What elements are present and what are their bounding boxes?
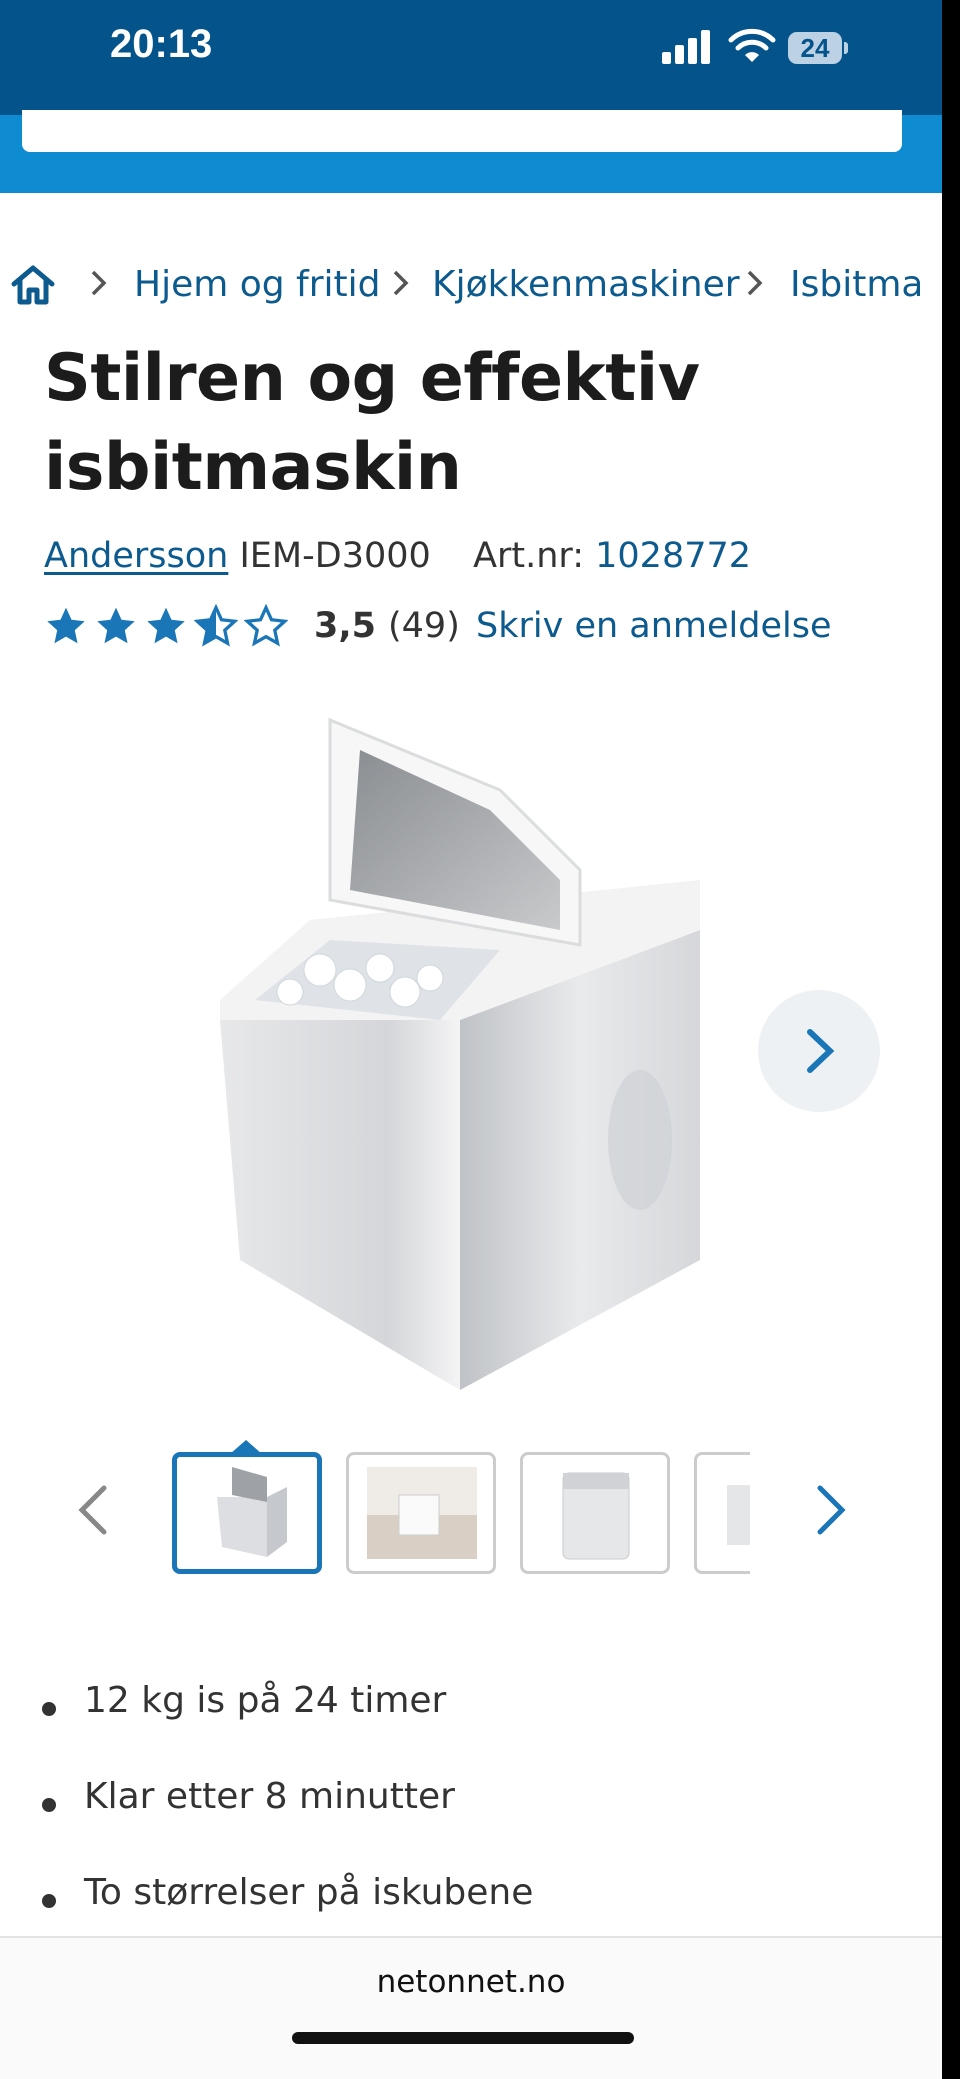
chevron-right-icon xyxy=(393,270,409,296)
feature-item: 12 kg is på 24 timer xyxy=(40,1680,920,1776)
brand-link[interactable]: Andersson xyxy=(44,536,228,576)
model-number: IEM-D3000 xyxy=(239,536,431,576)
write-review-link[interactable]: Skriv en anmeldelse xyxy=(476,606,832,646)
artnr-label: Art.nr: xyxy=(473,536,584,576)
app-screen: 20:13 24 Hjem og fritid Kjøkkenmaskiner xyxy=(0,0,942,2079)
breadcrumb-item-hjem-og-fritid[interactable]: Hjem og fritid xyxy=(134,264,381,305)
page-title: Stilren og effektiv isbitmaskin xyxy=(44,334,904,512)
star-full-icon xyxy=(147,607,185,644)
feature-list: 12 kg is på 24 timer Klar etter 8 minutt… xyxy=(40,1680,920,1968)
thumbnail-image-ice-maker xyxy=(217,1467,287,1557)
carousel-next-button[interactable] xyxy=(758,990,880,1112)
thumbnail-3[interactable] xyxy=(520,1452,670,1574)
chevron-right-icon xyxy=(807,1029,835,1073)
home-indicator[interactable] xyxy=(292,2032,634,2044)
thumbnail-prev-button[interactable] xyxy=(70,1480,120,1540)
star-full-icon xyxy=(47,607,85,644)
breadcrumb-item-isbitmaskiner[interactable]: Isbitma xyxy=(790,264,920,305)
review-count: (49) xyxy=(388,606,460,646)
wifi-icon xyxy=(728,28,776,62)
thumbnail-image-ice-maker-side xyxy=(727,1485,750,1545)
search-input[interactable] xyxy=(22,110,902,152)
url-text[interactable]: netonnet.no xyxy=(0,1964,942,2000)
product-image-ice-maker[interactable] xyxy=(200,700,720,1400)
breadcrumb: Hjem og fritid Kjøkkenmaskiner Isbitma xyxy=(0,250,920,320)
status-bar: 20:13 24 xyxy=(0,0,942,115)
thumbnail-image-kitchen xyxy=(367,1467,477,1559)
browser-address-bar[interactable]: netonnet.no xyxy=(0,1936,942,2079)
brand-line: Andersson IEM-D3000 Art.nr: 1028772 xyxy=(44,536,751,576)
artnr-value: 1028772 xyxy=(595,536,752,576)
thumbnail-strip xyxy=(0,1440,942,1580)
rating-value: 3,5 xyxy=(314,606,377,646)
screen-edge xyxy=(942,0,960,2079)
thumbnail-2[interactable] xyxy=(346,1452,496,1574)
title-line-1: Stilren og effektiv xyxy=(44,341,700,416)
thumbnail-next-button[interactable] xyxy=(806,1480,856,1540)
chevron-right-icon xyxy=(91,270,107,296)
home-icon[interactable] xyxy=(8,260,58,310)
star-half-icon xyxy=(194,604,238,647)
title-line-2: isbitmaskin xyxy=(44,430,462,505)
battery-icon: 24 xyxy=(788,32,848,64)
thumbnail-4[interactable] xyxy=(694,1452,750,1574)
status-time: 20:13 xyxy=(110,22,213,66)
feature-item: Klar etter 8 minutter xyxy=(40,1776,920,1872)
thumbnail-1[interactable] xyxy=(172,1452,322,1574)
star-full-icon xyxy=(97,607,135,644)
breadcrumb-item-kjokkenmaskiner[interactable]: Kjøkkenmaskiner xyxy=(432,264,740,305)
signal-icon xyxy=(662,30,714,64)
star-empty-icon xyxy=(244,604,288,647)
battery-level: 24 xyxy=(788,32,842,64)
chevron-right-icon xyxy=(747,270,763,296)
thumbnail-image-ice-maker-front xyxy=(562,1472,630,1560)
